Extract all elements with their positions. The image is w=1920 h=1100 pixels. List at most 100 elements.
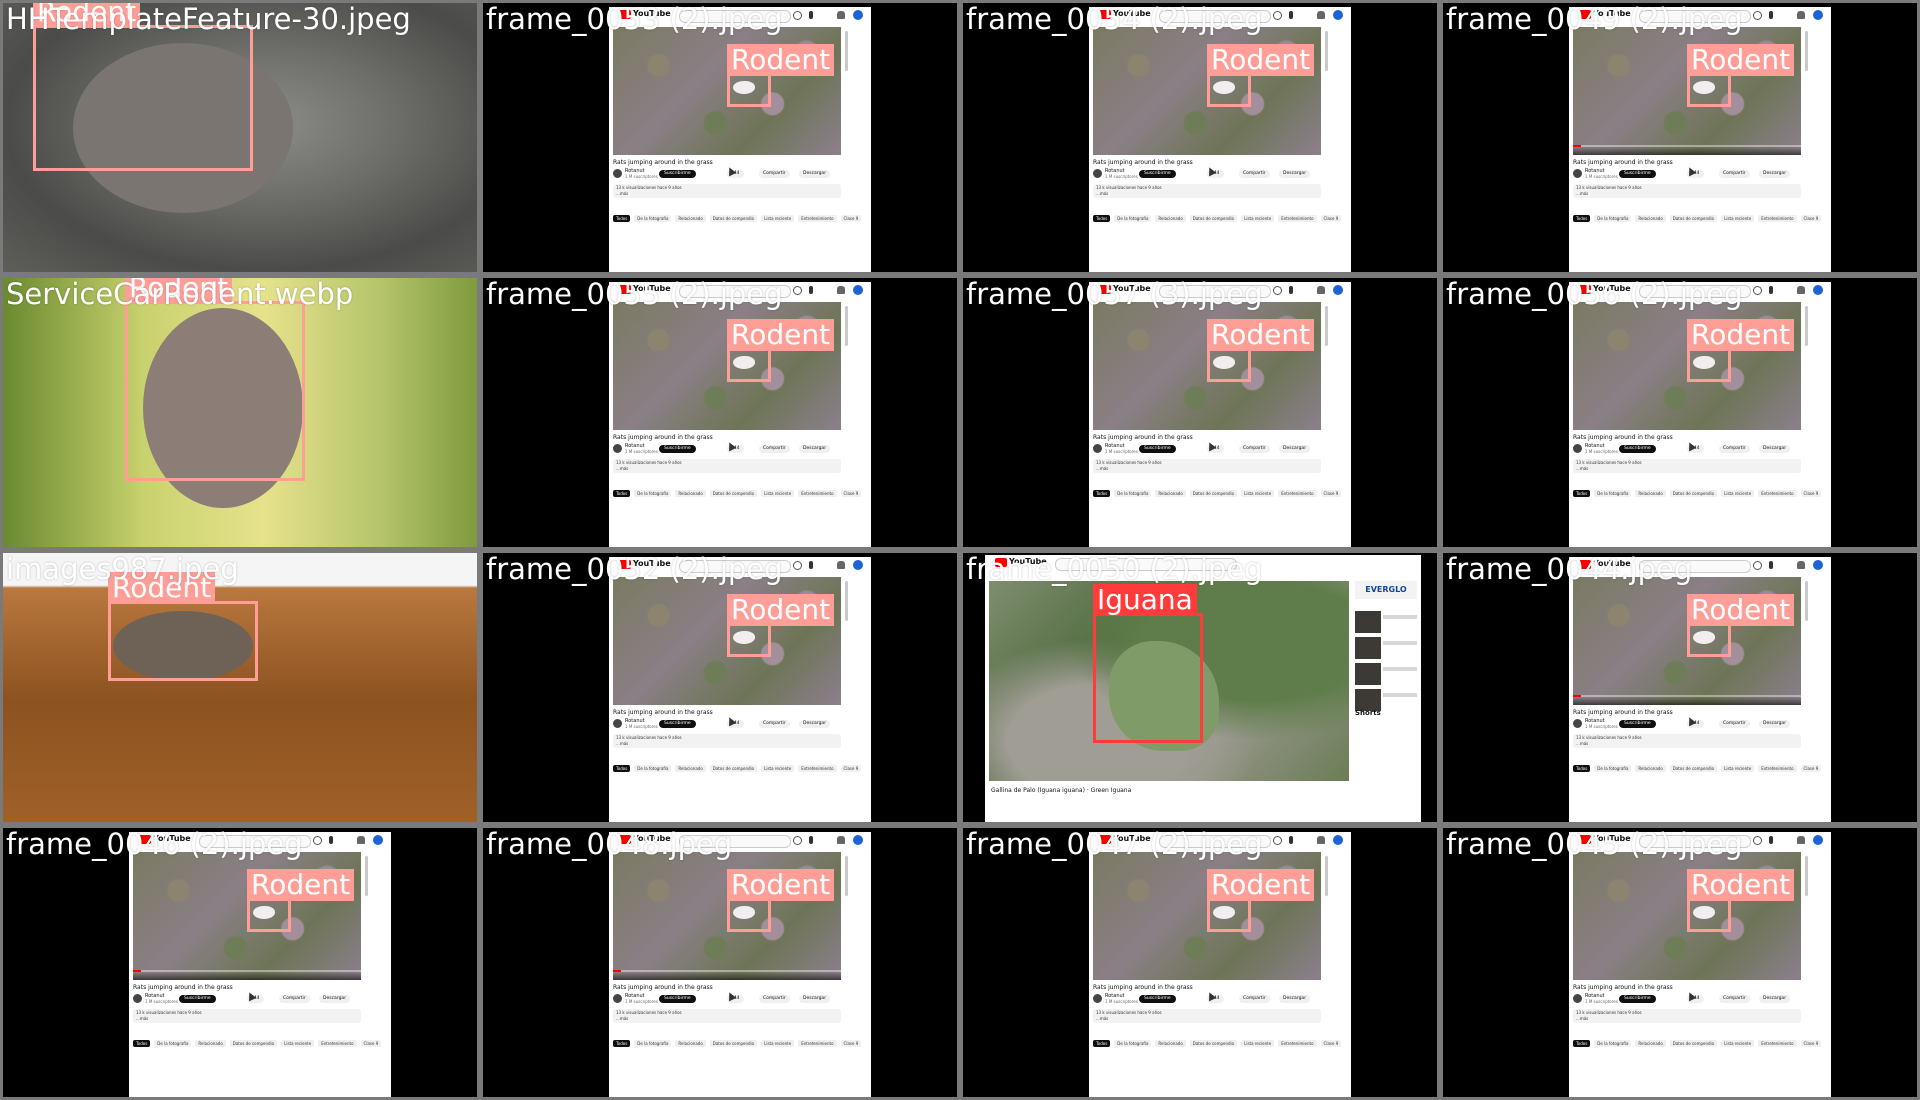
chip-1[interactable]: Todos [1573, 490, 1591, 497]
recommended-title[interactable] [1383, 667, 1417, 671]
description-more-link[interactable]: ...más [1096, 1016, 1108, 1021]
chip-3[interactable]: Relacionado [675, 215, 706, 222]
chip-2[interactable]: De la fotografía [634, 1040, 672, 1047]
description-more-link[interactable]: ...más [616, 1016, 628, 1021]
search-icon[interactable] [793, 11, 802, 20]
avatar[interactable] [1813, 835, 1823, 845]
download-button[interactable]: Descargar [1759, 995, 1791, 1003]
subscribe-button[interactable]: Suscribirme [1619, 445, 1656, 453]
chip-7[interactable]: Clase 9 [1320, 490, 1342, 497]
chip-5[interactable]: Lista reciente [1721, 490, 1755, 497]
video-description[interactable]: 13 k visualizaciones hace 9 años ...más [613, 1009, 841, 1023]
chip-6[interactable]: Entretenimiento [1758, 490, 1797, 497]
scrollbar[interactable] [365, 856, 368, 896]
bell-icon[interactable] [837, 836, 845, 844]
chip-1[interactable]: Todos [1093, 215, 1111, 222]
avatar[interactable] [1333, 285, 1343, 295]
microphone-icon[interactable] [809, 561, 813, 569]
channel-avatar[interactable] [1573, 169, 1582, 178]
search-icon[interactable] [1753, 561, 1762, 570]
chip-4[interactable]: Datos de compendio [709, 215, 758, 222]
chip-1[interactable]: Todos [613, 490, 631, 497]
chip-3[interactable]: Relacionado [195, 1040, 226, 1047]
chip-6[interactable]: Entretenimiento [318, 1040, 357, 1047]
search-icon[interactable] [1273, 11, 1282, 20]
avatar[interactable] [1333, 835, 1343, 845]
search-icon[interactable] [793, 561, 802, 570]
chip-7[interactable]: Clase 9 [1800, 490, 1822, 497]
chip-5[interactable]: Lista reciente [1721, 1040, 1755, 1047]
subscribe-button[interactable]: Suscribirme [1139, 995, 1176, 1003]
chip-3[interactable]: Relacionado [1155, 215, 1186, 222]
description-more-link[interactable]: ...más [1576, 466, 1588, 471]
chip-1[interactable]: Todos [1573, 1040, 1591, 1047]
channel-avatar[interactable] [133, 994, 142, 1003]
recommended-thumbnail[interactable] [1355, 611, 1381, 633]
channel-avatar[interactable] [613, 444, 622, 453]
scrollbar[interactable] [1805, 581, 1808, 621]
bell-icon[interactable] [1797, 286, 1805, 294]
video-controls[interactable] [1573, 147, 1801, 155]
bell-icon[interactable] [837, 11, 845, 19]
chip-2[interactable]: De la fotografía [154, 1040, 192, 1047]
subscribe-button[interactable]: Suscribirme [659, 720, 696, 728]
chip-4[interactable]: Datos de compendio [709, 765, 758, 772]
chip-6[interactable]: Entretenimiento [1278, 490, 1317, 497]
grid-tile[interactable]: Rodent ServiceCarRodent.webp [0, 275, 480, 550]
chip-2[interactable]: De la fotografía [1594, 490, 1632, 497]
chip-1[interactable]: Todos [1573, 215, 1591, 222]
chip-2[interactable]: De la fotografía [1114, 215, 1152, 222]
chip-4[interactable]: Datos de compendio [1669, 490, 1718, 497]
chip-3[interactable]: Relacionado [1635, 490, 1666, 497]
channel-avatar[interactable] [1093, 169, 1102, 178]
download-button[interactable]: Descargar [1759, 170, 1791, 178]
grid-tile[interactable]: YouTube Rats jumping around in the grass R… [480, 275, 960, 550]
chip-1[interactable]: Todos [1573, 765, 1591, 772]
search-icon[interactable] [1753, 11, 1762, 20]
avatar[interactable] [853, 285, 863, 295]
recommended-title[interactable] [1383, 641, 1417, 645]
video-controls[interactable] [133, 972, 361, 980]
subscribe-button[interactable]: Suscribirme [179, 995, 216, 1003]
video-description[interactable]: 13 k visualizaciones hace 9 años ...más [1093, 1009, 1321, 1023]
bell-icon[interactable] [1317, 286, 1325, 294]
video-description[interactable]: 13 k visualizaciones hace 9 años ...más [613, 459, 841, 473]
recommended-title[interactable] [1383, 615, 1417, 619]
subscribe-button[interactable]: Suscribirme [1619, 170, 1656, 178]
download-button[interactable]: Descargar [799, 995, 831, 1003]
scrollbar[interactable] [845, 306, 848, 346]
video-description[interactable]: 13 k visualizaciones hace 9 años ...más [1573, 1009, 1801, 1023]
chip-7[interactable]: Clase 9 [360, 1040, 382, 1047]
scrollbar[interactable] [845, 856, 848, 896]
bell-icon[interactable] [357, 836, 365, 844]
description-more-link[interactable]: ...más [1096, 191, 1108, 196]
scrollbar[interactable] [1325, 31, 1328, 71]
share-button[interactable]: Compartir [1719, 995, 1750, 1003]
chip-3[interactable]: Relacionado [1155, 1040, 1186, 1047]
chip-1[interactable]: Todos [1093, 1040, 1111, 1047]
share-button[interactable]: Compartir [1719, 170, 1750, 178]
microphone-icon[interactable] [809, 11, 813, 19]
chip-3[interactable]: Relacionado [1635, 215, 1666, 222]
microphone-icon[interactable] [1289, 836, 1293, 844]
chip-7[interactable]: Clase 9 [840, 765, 862, 772]
chip-5[interactable]: Lista reciente [761, 215, 795, 222]
channel-avatar[interactable] [1093, 444, 1102, 453]
channel-avatar[interactable] [613, 994, 622, 1003]
description-more-link[interactable]: ...más [136, 1016, 148, 1021]
chip-1[interactable]: Todos [613, 1040, 631, 1047]
chip-3[interactable]: Relacionado [1155, 490, 1186, 497]
chip-4[interactable]: Datos de compendio [1189, 490, 1238, 497]
channel-avatar[interactable] [613, 169, 622, 178]
chip-7[interactable]: Clase 9 [1800, 765, 1822, 772]
subscribe-button[interactable]: Suscribirme [659, 995, 696, 1003]
chip-3[interactable]: Relacionado [675, 490, 706, 497]
download-button[interactable]: Descargar [799, 720, 831, 728]
description-more-link[interactable]: ...más [616, 466, 628, 471]
grid-tile[interactable]: YouTube Rats jumping around in the grass R… [480, 0, 960, 275]
grid-tile[interactable]: Rodent HHTemplateFeature-30.jpeg [0, 0, 480, 275]
subscribe-button[interactable]: Suscribirme [1139, 170, 1176, 178]
chip-6[interactable]: Entretenimiento [1758, 765, 1797, 772]
chip-5[interactable]: Lista reciente [1241, 490, 1275, 497]
chip-4[interactable]: Datos de compendio [1189, 1040, 1238, 1047]
